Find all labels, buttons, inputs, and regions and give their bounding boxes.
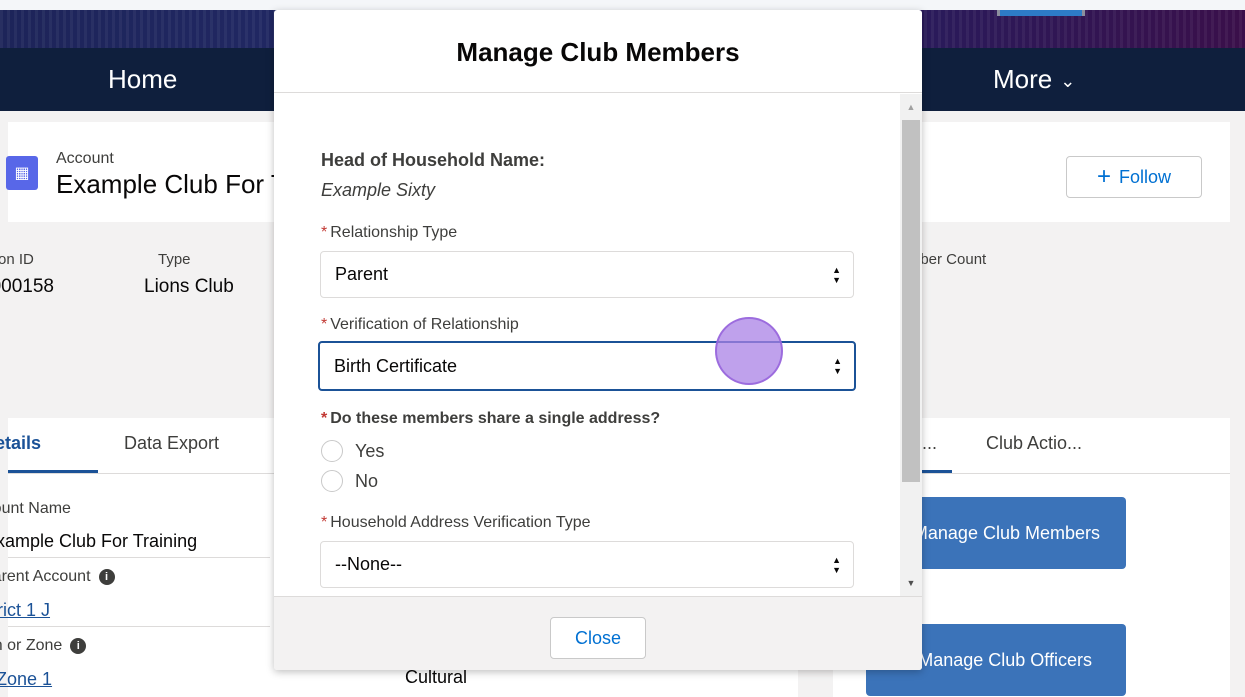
head-of-household-label: Head of Household Name: bbox=[321, 150, 546, 170]
scroll-down-icon[interactable]: ▼ bbox=[900, 574, 922, 592]
radio-option-yes[interactable]: Yes bbox=[321, 440, 384, 462]
radio-option-no[interactable]: No bbox=[321, 470, 378, 492]
required-marker: * bbox=[321, 224, 328, 241]
household-verification-label: * Household Address Verification Type bbox=[321, 514, 591, 531]
modal-header: Manage Club Members bbox=[274, 10, 922, 93]
select-arrows-icon: ▲ ▼ bbox=[832, 554, 841, 575]
modal-scrollbar[interactable]: ▲ ▼ bbox=[900, 94, 922, 596]
relationship-type-label: * Relationship Type bbox=[321, 224, 458, 241]
household-verification-select[interactable]: --None-- ▲ ▼ bbox=[320, 541, 854, 588]
manage-club-members-modal: Manage Club Members Head of Household Na… bbox=[274, 10, 922, 670]
radio-label: No bbox=[355, 470, 379, 491]
radio-button[interactable] bbox=[321, 470, 343, 492]
select-arrows-icon: ▲ ▼ bbox=[833, 356, 842, 376]
scroll-up-icon[interactable]: ▲ bbox=[900, 98, 922, 116]
head-of-household-value: Example Sixty bbox=[321, 180, 436, 200]
required-marker: * bbox=[321, 410, 328, 427]
relationship-type-select[interactable]: Parent ▲ ▼ bbox=[320, 251, 854, 298]
radio-button[interactable] bbox=[321, 440, 343, 462]
verification-value: Birth Certificate bbox=[334, 355, 458, 376]
household-verification-value: --None-- bbox=[335, 554, 403, 574]
required-marker: * bbox=[321, 316, 328, 333]
select-arrows-icon: ▲ ▼ bbox=[832, 264, 841, 285]
required-marker: * bbox=[321, 514, 328, 531]
relationship-type-value: Parent bbox=[335, 264, 389, 284]
modal-title: Manage Club Members bbox=[456, 36, 740, 67]
modal-footer: Close bbox=[274, 596, 922, 670]
radio-label: Yes bbox=[355, 440, 385, 461]
shared-address-question: * Do these members share a single address… bbox=[321, 410, 661, 427]
modal-body: Head of Household Name: Example Sixty * R… bbox=[274, 94, 922, 596]
scrollbar-thumb[interactable] bbox=[902, 120, 920, 482]
verification-of-relationship-label: * Verification of Relationship bbox=[321, 316, 519, 333]
click-indicator bbox=[715, 317, 783, 385]
close-button[interactable]: Close bbox=[550, 617, 646, 659]
